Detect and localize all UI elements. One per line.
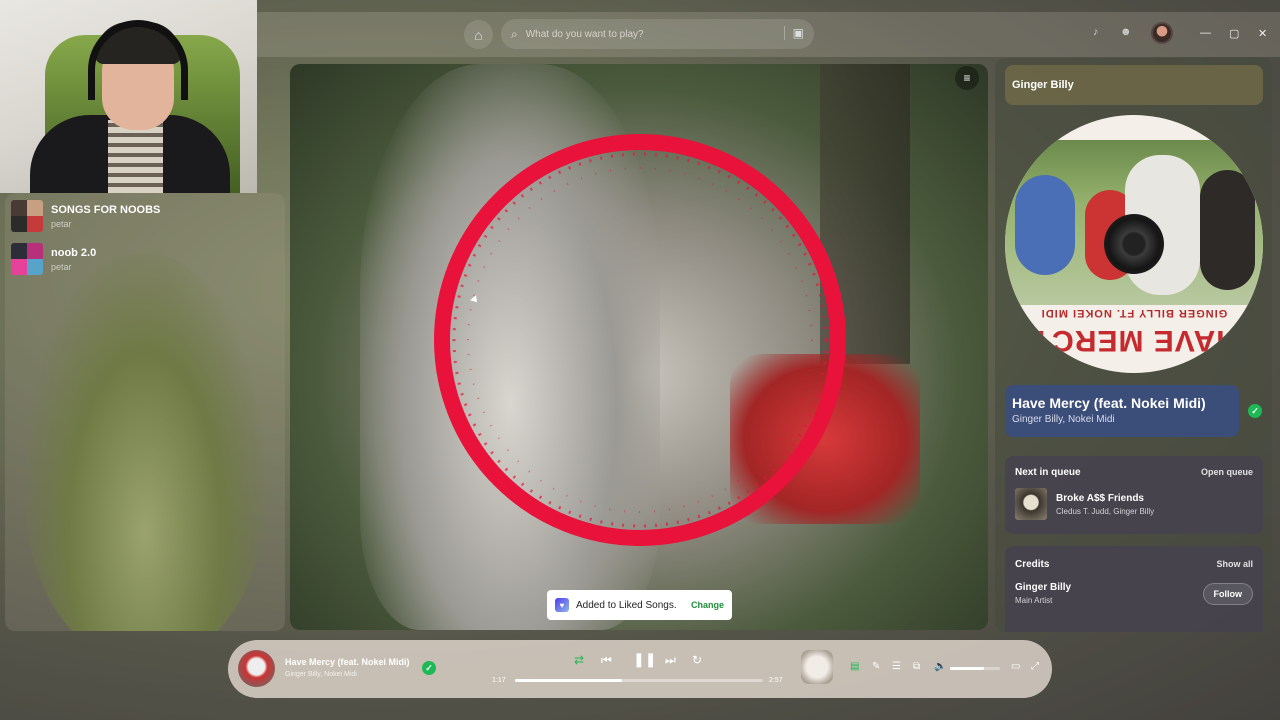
visualizer-particles	[452, 152, 828, 528]
elapsed-time: 1:17	[492, 677, 506, 684]
repeat-icon[interactable]: ↻	[692, 653, 702, 667]
toast-change-link[interactable]: Change	[691, 600, 724, 610]
webcam-overlay	[0, 0, 257, 193]
player-track-title[interactable]: Have Mercy (feat. Nokei Midi)	[285, 657, 410, 667]
striped-shirt	[108, 120, 163, 193]
connect-device-icon[interactable]: ⧉	[913, 661, 920, 672]
cover-title: HAVE MERCY	[1030, 324, 1238, 357]
credit-role: Main Artist	[1015, 596, 1053, 605]
queue-track-cover	[1015, 488, 1047, 520]
queue-card: Next in queue Open queue Broke A$$ Frien…	[1005, 456, 1263, 534]
shuffle-icon[interactable]: ⇄	[574, 653, 584, 667]
progress-fill	[515, 679, 622, 682]
player-cover[interactable]	[238, 650, 275, 687]
liked-check-icon[interactable]: ✓	[422, 661, 436, 675]
queue-track-title: Broke A$$ Friends	[1056, 492, 1144, 504]
credits-heading: Credits	[1015, 559, 1050, 570]
now-playing-view-icon[interactable]: ▤	[850, 661, 859, 672]
track-title[interactable]: Have Mercy (feat. Nokei Midi)	[1012, 395, 1232, 411]
now-playing-header: Ginger Billy	[1005, 65, 1263, 105]
player-bar: Have Mercy (feat. Nokei Midi) Ginger Bil…	[228, 640, 1052, 698]
volume-fill	[950, 667, 984, 670]
now-playing-card: Have Mercy (feat. Nokei Midi) Ginger Bil…	[1005, 385, 1239, 437]
album-cover: GINGER BILLY FT. NOKEI MIDI HAVE MERCY	[1005, 115, 1263, 373]
fullscreen-icon[interactable]: ⤢	[1031, 661, 1039, 672]
cover-subtitle: GINGER BILLY FT. NOKEI MIDI	[1040, 307, 1228, 319]
vinyl-hub	[1104, 214, 1164, 274]
show-all-link[interactable]: Show all	[1216, 559, 1253, 570]
menu-icon[interactable]: ≡	[955, 66, 979, 90]
follow-button[interactable]: Follow	[1202, 582, 1253, 605]
queue-track-artists: Cledus T. Judd, Ginger Billy	[1056, 506, 1155, 516]
liked-check-icon[interactable]: ✓	[1248, 404, 1262, 418]
header-artist: Ginger Billy	[1012, 79, 1074, 91]
liked-songs-icon: ♥	[555, 598, 569, 612]
duration-time: 2:57	[769, 677, 783, 684]
credits-card: Credits Show all Ginger Billy Main Artis…	[1005, 546, 1263, 632]
visualizer-particles-inner	[467, 167, 813, 513]
volume-slider[interactable]	[950, 667, 1000, 670]
toast-text: Added to Liked Songs.	[576, 599, 677, 611]
queue-heading: Next in queue	[1015, 467, 1081, 478]
progress-bar[interactable]	[515, 679, 763, 682]
lyrics-icon[interactable]: ✎	[872, 661, 880, 672]
pause-icon[interactable]: ❚❚	[633, 651, 656, 668]
cover-figure	[1200, 170, 1255, 290]
notification-toast: ♥ Added to Liked Songs. Change	[547, 590, 732, 620]
visualizer-ring	[434, 134, 846, 546]
volume-icon[interactable]: 🔈	[934, 661, 946, 672]
now-playing-thumbnail[interactable]	[801, 650, 833, 684]
cover-figure	[1015, 175, 1075, 275]
player-track-artists[interactable]: Ginger Billy, Nokei Midi	[285, 671, 357, 678]
previous-icon[interactable]: ⏮	[601, 653, 612, 668]
miniplayer-icon[interactable]: ▭	[1011, 661, 1020, 672]
credit-name[interactable]: Ginger Billy	[1015, 582, 1071, 593]
next-icon[interactable]: ⏭	[665, 653, 676, 668]
queue-track[interactable]: Broke A$$ Friends Cledus T. Judd, Ginger…	[1015, 488, 1253, 520]
track-artists[interactable]: Ginger Billy, Nokei Midi	[1012, 414, 1232, 425]
open-queue-link[interactable]: Open queue	[1201, 467, 1253, 478]
queue-icon[interactable]: ☰	[892, 661, 901, 672]
